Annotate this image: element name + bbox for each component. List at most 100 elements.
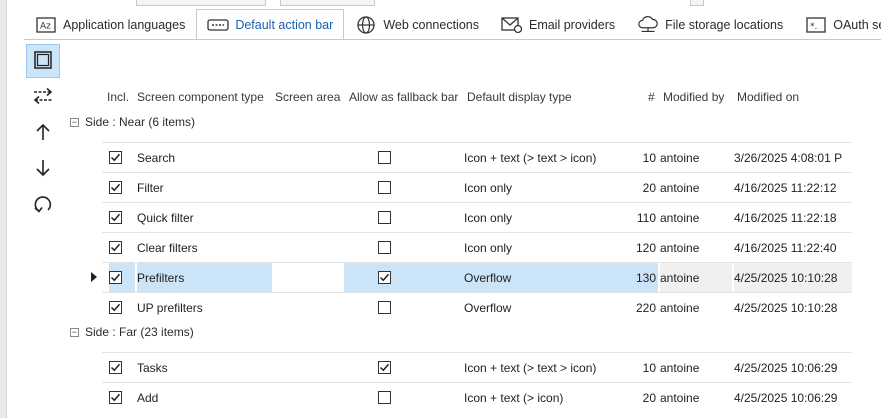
cell-on[interactable]: 4/16/2025 11:22:18 [734,203,852,232]
cell-text: Search [137,150,176,165]
cell-on[interactable]: 4/16/2025 11:22:40 [734,233,852,262]
cell-on[interactable]: 3/26/2025 4:08:01 P [734,143,852,172]
include-checkbox[interactable] [109,151,122,164]
cell-by[interactable]: antoine [660,383,732,412]
column-header-modified-on[interactable]: Modified on [737,90,799,104]
include-checkbox[interactable] [109,361,122,374]
swap-button[interactable] [26,80,60,114]
collapse-icon[interactable]: − [70,117,79,127]
collapse-icon[interactable]: − [70,327,79,337]
cell-num[interactable]: 130 [630,263,658,292]
column-header-component-type[interactable]: Screen component type [137,90,264,104]
fallback-checkbox[interactable] [377,361,391,374]
fallback-checkbox[interactable] [377,301,391,314]
cell-on[interactable]: 4/16/2025 11:22:12 [734,173,852,202]
include-checkbox[interactable] [109,271,122,284]
cell-display[interactable]: Icon only [464,173,630,202]
table-row[interactable]: Quick filter Icon only 110 antoine 4/16/2025… [102,202,852,232]
cell-type[interactable]: Search [137,143,272,172]
cell-type[interactable]: UP prefilters [137,293,272,322]
column-header-display-type[interactable]: Default display type [467,90,572,104]
cell-fallback [344,353,464,382]
cell-num[interactable]: 20 [630,173,658,202]
column-header-screen-area[interactable]: Screen area [275,90,340,104]
column-header-incl[interactable]: Incl. [107,90,129,104]
tab-web-connections[interactable]: Web connections [344,9,490,39]
cell-display[interactable]: Icon only [464,233,630,262]
include-checkbox[interactable] [109,241,122,254]
move-down-button[interactable] [26,152,60,186]
table-row[interactable]: Tasks Icon + text (> text > icon) 10 antoin… [102,352,852,382]
fallback-checkbox[interactable] [377,211,391,224]
tab-application-languages[interactable]: Az Application languages [24,9,196,39]
cell-area[interactable] [272,203,344,232]
cell-type[interactable]: Quick filter [137,203,272,232]
fallback-checkbox[interactable] [377,391,391,404]
refresh-button[interactable] [26,188,60,222]
cell-by[interactable]: antoine [660,173,732,202]
fallback-checkbox[interactable] [377,241,391,254]
table-row[interactable]: Filter Icon only 20 antoine 4/16/2025 11:22:… [102,172,852,202]
include-checkbox[interactable] [109,181,122,194]
cell-display[interactable]: Icon + text (> text > icon) [464,353,630,382]
cell-display[interactable]: Icon + text (> icon) [464,383,630,412]
cell-on[interactable]: 4/25/2025 10:06:29 [734,353,852,382]
cell-type[interactable]: Tasks [137,353,272,382]
cell-type[interactable]: Clear filters [137,233,272,262]
cell-num[interactable]: 10 [630,353,658,382]
move-up-button[interactable] [26,116,60,150]
column-header-modified-by[interactable]: Modified by [663,90,724,104]
cell-num[interactable]: 220 [630,293,658,322]
cell-type[interactable]: Filter [137,173,272,202]
column-header-number[interactable]: # [648,90,655,104]
cell-num[interactable]: 110 [630,203,658,232]
cell-incl [109,293,135,322]
cell-by[interactable]: antoine [660,263,732,292]
select-all-button[interactable] [26,44,60,78]
cell-display[interactable]: Icon + text (> text > icon) [464,143,630,172]
cell-num[interactable]: 10 [630,143,658,172]
cell-by[interactable]: antoine [660,353,732,382]
tab-email-providers[interactable]: Email providers [490,9,626,39]
cell-on[interactable]: 4/25/2025 10:10:28 [734,293,852,322]
cell-by[interactable]: antoine [660,293,732,322]
tab-label: Default action bar [235,18,334,32]
fallback-checkbox[interactable] [377,271,391,284]
table-row[interactable]: Clear filters Icon only 120 antoine 4/16/202… [102,232,852,262]
tab-oauth-server[interactable]: *. OAuth server [794,9,881,39]
table-row[interactable]: UP prefilters Overflow 220 antoine 4/25/2025… [102,292,852,322]
cell-on[interactable]: 4/25/2025 10:06:29 [734,383,852,412]
cell-area[interactable] [272,383,344,412]
fallback-checkbox[interactable] [377,181,391,194]
tab-default-action-bar[interactable]: Default action bar [196,9,345,39]
cell-num[interactable]: 20 [630,383,658,412]
cell-area[interactable] [272,143,344,172]
cell-type[interactable]: Add [137,383,272,412]
include-checkbox[interactable] [109,211,122,224]
table-row[interactable]: Add Icon + text (> icon) 20 antoine 4/25/202… [102,382,852,412]
cell-area[interactable] [272,173,344,202]
cell-display[interactable]: Overflow [464,293,630,322]
cell-type[interactable]: Prefilters [137,263,272,292]
tab-file-storage-locations[interactable]: File storage locations [626,9,794,39]
table-row[interactable]: Search Icon + text (> text > icon) 10 antoi… [102,142,852,172]
cell-display[interactable]: Icon only [464,203,630,232]
group-header[interactable]: − Side : Far (23 items) [70,325,194,339]
cell-area[interactable] [272,293,344,322]
cell-area[interactable] [272,263,344,292]
cell-area[interactable] [272,353,344,382]
cell-by[interactable]: antoine [660,203,732,232]
cell-num[interactable]: 120 [630,233,658,262]
cell-area[interactable] [272,233,344,262]
keyboard-icon [207,16,229,34]
include-checkbox[interactable] [109,301,122,314]
include-checkbox[interactable] [109,391,122,404]
cell-display[interactable]: Overflow [464,263,630,292]
fallback-checkbox[interactable] [377,151,391,164]
column-header-fallback[interactable]: Allow as fallback bar [349,90,458,104]
cell-by[interactable]: antoine [660,143,732,172]
table-row[interactable]: Prefilters Overflow 130 antoine 4/25/2025 10… [102,262,852,292]
cell-on[interactable]: 4/25/2025 10:10:28 [734,263,852,292]
group-header[interactable]: − Side : Near (6 items) [70,115,195,129]
cell-by[interactable]: antoine [660,233,732,262]
